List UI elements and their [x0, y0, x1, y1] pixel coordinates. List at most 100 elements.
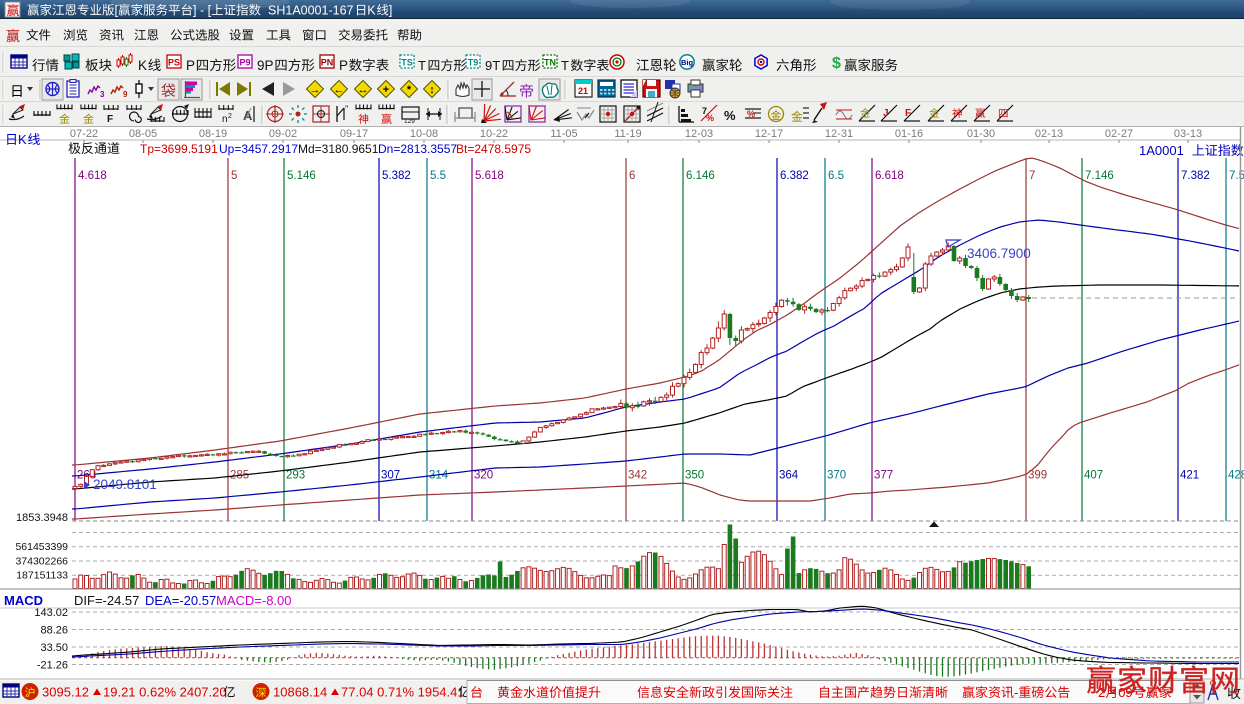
- svg-text:SH1A0001-167: SH1A0001-167: [268, 4, 354, 18]
- svg-text:364: 364: [779, 470, 799, 482]
- svg-text:MACD=-8.00: MACD=-8.00: [216, 593, 292, 608]
- svg-text:08-19: 08-19: [199, 128, 227, 140]
- svg-text:→: →: [310, 84, 321, 96]
- svg-text:] - [: ] - [: [193, 4, 212, 18]
- svg-text:08-05: 08-05: [129, 128, 157, 140]
- svg-text:T: T: [418, 58, 426, 73]
- svg-text:%: %: [706, 113, 714, 123]
- svg-text:293: 293: [286, 470, 305, 482]
- svg-text:TS: TS: [401, 58, 413, 68]
- svg-text:Big: Big: [681, 58, 694, 67]
- svg-text:P: P: [339, 58, 348, 73]
- svg-text:88.26: 88.26: [40, 625, 68, 637]
- svg-text:77.04 0.71% 1954.41: 77.04 0.71% 1954.41: [341, 685, 465, 700]
- svg-text:6.618: 6.618: [875, 170, 904, 182]
- svg-text:T9: T9: [468, 58, 479, 68]
- svg-text:10-08: 10-08: [410, 128, 438, 140]
- svg-text:]: ]: [389, 4, 392, 18]
- svg-text:[: [: [115, 4, 119, 18]
- svg-text:187151133: 187151133: [16, 570, 68, 582]
- svg-text:5: 5: [231, 170, 237, 182]
- svg-text:33.50: 33.50: [40, 642, 68, 654]
- svg-text:19.21 0.62% 2407.20: 19.21 0.62% 2407.20: [103, 685, 227, 700]
- svg-text:6.146: 6.146: [686, 170, 715, 182]
- svg-text:10-22: 10-22: [480, 128, 508, 140]
- svg-text:6.5: 6.5: [828, 170, 844, 182]
- svg-text:1A0001: 1A0001: [1139, 143, 1184, 158]
- svg-text:12-31: 12-31: [825, 128, 853, 140]
- svg-text:4.618: 4.618: [78, 170, 107, 182]
- svg-text:01-16: 01-16: [895, 128, 923, 140]
- svg-text:09-17: 09-17: [340, 128, 368, 140]
- svg-text:J: J: [883, 108, 889, 119]
- svg-text:$: $: [832, 55, 841, 72]
- svg-text:%: %: [747, 109, 755, 119]
- svg-text:320: 320: [474, 470, 493, 482]
- svg-text:350: 350: [685, 470, 704, 482]
- svg-text:K: K: [18, 132, 27, 147]
- svg-text:342: 342: [628, 470, 647, 482]
- svg-text:3095.12: 3095.12: [42, 685, 89, 700]
- svg-text:n: n: [222, 114, 228, 125]
- svg-text:11-19: 11-19: [614, 128, 641, 140]
- svg-text:-: -: [1014, 685, 1018, 700]
- svg-text:3406.7900: 3406.7900: [967, 246, 1031, 261]
- svg-text:21: 21: [578, 86, 588, 96]
- svg-text:7.146: 7.146: [1085, 170, 1114, 182]
- svg-text:K: K: [138, 58, 147, 73]
- svg-text:T: T: [561, 58, 569, 73]
- svg-text:2: 2: [228, 113, 232, 120]
- svg-text:DIF=-24.57: DIF=-24.57: [74, 593, 139, 608]
- svg-text:09-02: 09-02: [269, 128, 297, 140]
- svg-text:PS: PS: [168, 58, 180, 68]
- svg-text:Up=3457.2917: Up=3457.2917: [219, 142, 298, 156]
- svg-text:9T: 9T: [485, 58, 500, 73]
- svg-text:12-03: 12-03: [685, 128, 713, 140]
- svg-text:Dn=2813.3557: Dn=2813.3557: [378, 142, 457, 156]
- svg-text:Md=3180.9651: Md=3180.9651: [298, 142, 379, 156]
- svg-text:Tp=3699.5191: Tp=3699.5191: [140, 142, 218, 156]
- svg-text:↕: ↕: [429, 84, 435, 96]
- svg-text:DEA=-20.57: DEA=-20.57: [145, 593, 216, 608]
- svg-text:↔: ↔: [358, 84, 369, 96]
- svg-text:421: 421: [1180, 470, 1199, 482]
- svg-text:07-22: 07-22: [70, 128, 98, 140]
- svg-text:3: 3: [100, 90, 105, 99]
- svg-text:5.5: 5.5: [430, 170, 446, 182]
- svg-text:143.02: 143.02: [34, 607, 68, 619]
- svg-text:12-17: 12-17: [755, 128, 783, 140]
- svg-text:1853.3948: 1853.3948: [16, 512, 68, 524]
- svg-text:7: 7: [1029, 170, 1035, 182]
- svg-text:01-30: 01-30: [967, 128, 995, 140]
- svg-text:03-13: 03-13: [1174, 128, 1202, 140]
- svg-text:6.382: 6.382: [780, 170, 809, 182]
- svg-text:←: ←: [334, 84, 345, 96]
- svg-text:6: 6: [629, 170, 635, 182]
- svg-text:5.146: 5.146: [287, 170, 316, 182]
- svg-text:K: K: [367, 4, 376, 18]
- svg-text:5.382: 5.382: [382, 170, 411, 182]
- svg-text:TN: TN: [544, 58, 556, 68]
- svg-text:370: 370: [827, 470, 846, 482]
- svg-text:7.382: 7.382: [1181, 170, 1210, 182]
- svg-text:02-13: 02-13: [1035, 128, 1063, 140]
- svg-text:10868.14: 10868.14: [273, 685, 327, 700]
- svg-text:%: %: [724, 108, 736, 123]
- svg-text:-21.26: -21.26: [37, 660, 68, 672]
- svg-text:9: 9: [123, 90, 128, 99]
- svg-text:377: 377: [874, 470, 893, 482]
- svg-text:'': '': [345, 104, 349, 114]
- svg-text:5.618: 5.618: [475, 170, 504, 182]
- svg-text:407: 407: [1084, 470, 1103, 482]
- svg-text:*: *: [407, 84, 412, 96]
- svg-text:Bt=2478.5975: Bt=2478.5975: [456, 142, 531, 156]
- svg-text:P: P: [186, 58, 195, 73]
- svg-text:PN: PN: [321, 58, 334, 68]
- svg-text:F: F: [905, 108, 911, 119]
- svg-text:A: A: [243, 108, 253, 123]
- svg-text:374302266: 374302266: [15, 556, 68, 568]
- svg-text:2049.8101: 2049.8101: [93, 477, 157, 492]
- svg-text:+: +: [383, 84, 389, 96]
- svg-text:MACD: MACD: [4, 593, 43, 608]
- svg-text:F: F: [107, 114, 113, 125]
